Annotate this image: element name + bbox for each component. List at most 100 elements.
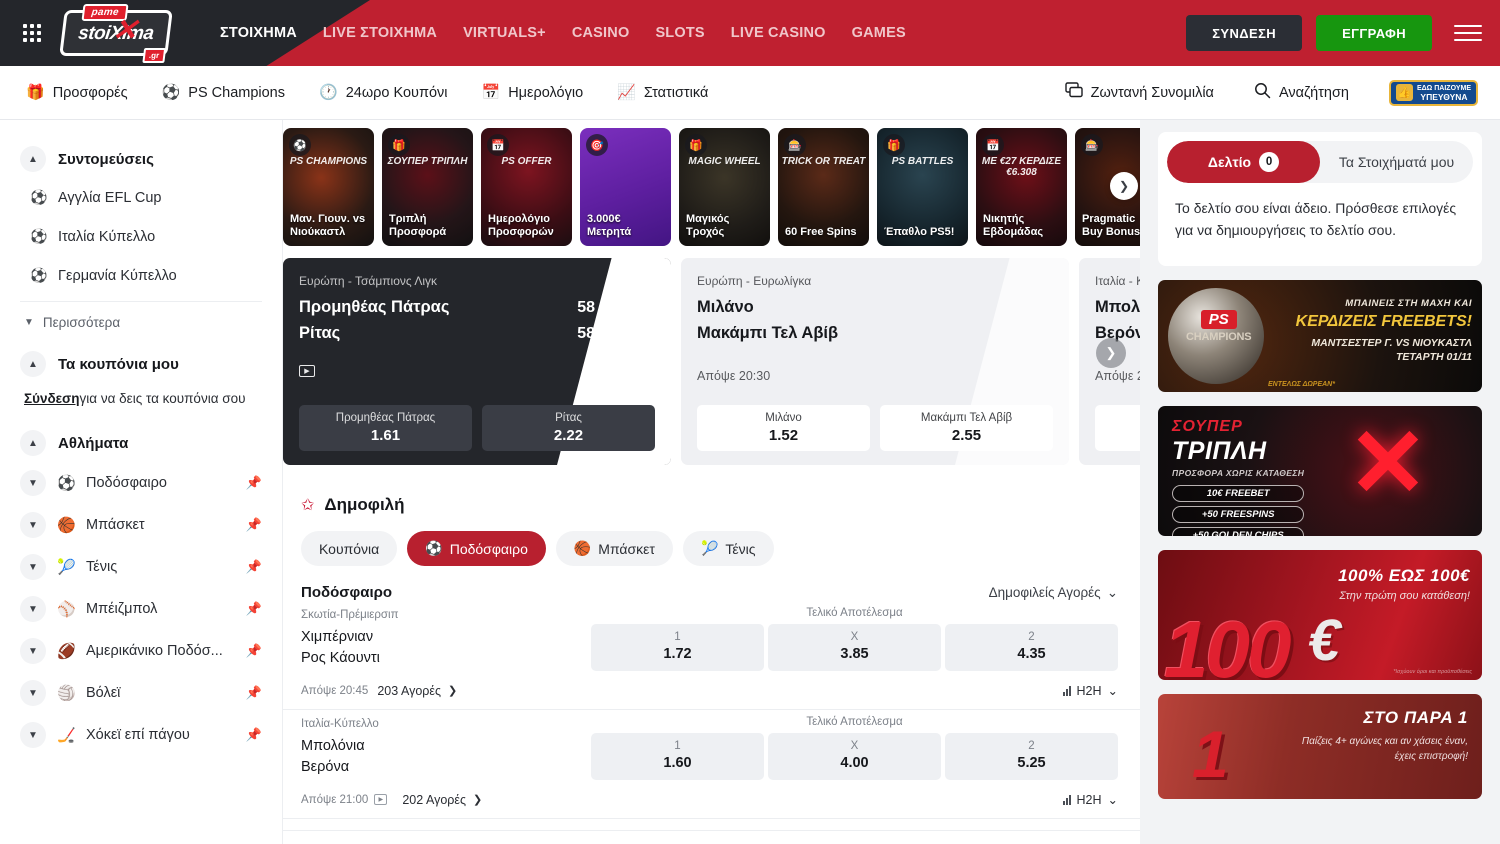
nav-item-games[interactable]: GAMES: [852, 25, 906, 41]
tv-stream-icon[interactable]: ▶: [374, 794, 387, 805]
sidebar-section-shortcuts[interactable]: ▲ Συντομεύσεις: [20, 146, 262, 172]
pin-icon[interactable]: 📌: [246, 601, 262, 617]
live-chat-button[interactable]: Ζωντανή Συνομιλία: [1065, 82, 1214, 103]
odds-button[interactable]: Μιλάνο 1.52: [697, 405, 870, 451]
odds-button-1[interactable]: 1 1.60: [591, 733, 764, 780]
sidebar-sport-american-football[interactable]: ▼ 🏈 Αμερικάνικο Ποδόσ... 📌: [20, 630, 262, 672]
h2h-button[interactable]: H2H ⌄: [1063, 792, 1119, 807]
chevron-right-icon[interactable]: ❯: [473, 793, 482, 806]
sidebar-sport-ice-hockey[interactable]: ▼ 🏒 Χόκεϊ επί πάγου 📌: [20, 714, 262, 756]
featured-match-card[interactable]: Ευρώπη - Ευρωλίγκα Μιλάνο Μακάμπι Τελ Αβ…: [681, 258, 1069, 465]
nav-item-live-stoixima[interactable]: LIVE ΣΤΟΙΧΗΜΑ: [323, 25, 437, 41]
tab-my-bets[interactable]: Τα Στοιχήματά μου: [1320, 141, 1473, 183]
chevron-down-icon[interactable]: ▼: [20, 638, 46, 664]
promo-banner-super-triple[interactable]: ✕ ΣΟΥΠΕΡ ΤΡΙΠΛΗ ΠΡΟΣΦΟΡΑ ΧΩΡΙΣ ΚΑΤΑΘΕΣΗ …: [1158, 406, 1482, 536]
chip-coupons[interactable]: Κουπόνια: [301, 531, 397, 566]
search-button[interactable]: Αναζήτηση: [1254, 82, 1349, 104]
chevron-down-icon[interactable]: ▼: [20, 680, 46, 706]
match-markets-count[interactable]: 202 Αγορές: [402, 793, 466, 807]
hamburger-menu-icon[interactable]: [1454, 25, 1482, 41]
nav-item-virtuals[interactable]: VIRTUALS+: [463, 25, 546, 41]
banner-pill-freebet: 10€ FREEBET: [1172, 485, 1304, 502]
promo-card[interactable]: 🎁 ΣΟΥΠΕΡ ΤΡΙΠΛΗ Τριπλή Προσφορά: [382, 128, 473, 246]
promo-banner-100-bonus[interactable]: 100 € 100% ΕΩΣ 100€ Στην πρώτη σου κατάθ…: [1158, 550, 1482, 680]
promo-card[interactable]: 🎁 MAGIC WHEEL Μαγικός Τροχός: [679, 128, 770, 246]
pin-icon[interactable]: 📌: [246, 643, 262, 659]
promo-carousel-next-button[interactable]: ❯: [1110, 172, 1138, 200]
markets-selector[interactable]: Δημοφιλείς Αγορές ⌄: [989, 585, 1118, 601]
odds-button-x[interactable]: X 4.00: [768, 733, 941, 780]
pin-icon[interactable]: 📌: [246, 727, 262, 743]
sidebar-sport-football[interactable]: ▼ ⚽ Ποδόσφαιρο 📌: [20, 462, 262, 504]
match-markets-count[interactable]: 203 Αγορές: [377, 684, 441, 698]
sidebar-section-sports[interactable]: ▲ Αθλήματα: [20, 430, 262, 456]
odds-button-x[interactable]: X 3.85: [768, 624, 941, 671]
sidebar-item-germany-cup[interactable]: ⚽ Γερμανία Κύπελλο: [20, 256, 262, 295]
promo-banner-ps-champions[interactable]: PS CHAMPIONS ΜΠΑΙΝΕΙΣ ΣΤΗ ΜΑΧΗ ΚΑΙ ΚΕΡΔΙ…: [1158, 280, 1482, 392]
subnav-item-calendar[interactable]: 📅 Ημερολόγιο: [482, 85, 584, 101]
nav-item-stoixima[interactable]: ΣΤΟΙΧΗΜΑ: [220, 25, 297, 41]
promo-banner-sto-para-1[interactable]: 1 ΣΤΟ ΠΑΡΑ 1 Παίζεις 4+ αγώνες και αν χά…: [1158, 694, 1482, 799]
coupons-login-link[interactable]: Σύνδεση: [24, 391, 80, 406]
chevron-down-icon[interactable]: ▼: [20, 512, 46, 538]
brand-logo[interactable]: pame stoiXima ✕ .gr: [60, 9, 172, 57]
pin-icon[interactable]: 📌: [246, 559, 262, 575]
sidebar-section-my-coupons[interactable]: ▲ Τα κουπόνια μου: [20, 351, 262, 377]
chip-basketball[interactable]: 🏀 Μπάσκετ: [556, 531, 673, 566]
nav-item-casino[interactable]: CASINO: [572, 25, 630, 41]
pin-icon[interactable]: 📌: [246, 685, 262, 701]
chevron-down-icon: ⌄: [1107, 585, 1118, 601]
register-button[interactable]: ΕΓΓΡΑΦΗ: [1316, 15, 1432, 51]
promotions-carousel: ⚽ PS CHAMPIONS Μαν. Γιουν. vs Νιούκαστλ …: [283, 120, 1140, 252]
sidebar-sport-volleyball[interactable]: ▼ 🏐 Βόλεϊ 📌: [20, 672, 262, 714]
promo-card[interactable]: 🎯 3.000€ Μετρητά: [580, 128, 671, 246]
odds-button[interactable]: Προμηθέας Πάτρας 1.61: [299, 405, 472, 451]
pin-icon[interactable]: 📌: [246, 475, 262, 491]
promo-card[interactable]: 🎁 PS BATTLES Έπαθλο PS5!: [877, 128, 968, 246]
sidebar-item-italy-cup[interactable]: ⚽ Ιταλία Κύπελλο: [20, 217, 262, 256]
odds-button[interactable]: Ρίτας 2.22: [482, 405, 655, 451]
nav-item-slots[interactable]: SLOTS: [655, 25, 704, 41]
responsible-gaming-badge[interactable]: 👍 ΕΔΩ ΠΑΙΖΟΥΜΕ ΥΠΕΥΘΥΝΑ: [1389, 80, 1478, 106]
sport-label-american-football: Αμερικάνικο Ποδόσ...: [86, 643, 235, 659]
logo-gr-text: .gr: [142, 48, 166, 63]
sidebar-more-button[interactable]: ▼ Περισσότερα: [20, 304, 262, 341]
h2h-button[interactable]: H2H ⌄: [1063, 683, 1119, 698]
football-section-header: Ποδόσφαιρο Δημοφιλείς Αγορές ⌄: [283, 566, 1140, 601]
chevron-down-icon[interactable]: ▼: [20, 470, 46, 496]
chip-football[interactable]: ⚽ Ποδόσφαιρο: [407, 531, 546, 566]
chevron-right-icon[interactable]: ❯: [448, 684, 457, 697]
apps-grid-icon[interactable]: [10, 24, 54, 42]
odds-button-1[interactable]: 1 1.72: [591, 624, 764, 671]
odds-button[interactable]: Μακάμπι Τελ Αβίβ 2.55: [880, 405, 1053, 451]
featured-carousel-next-button[interactable]: ❯: [1096, 338, 1126, 368]
promo-card[interactable]: 📅 PS OFFER Ημερολόγιο Προσφορών: [481, 128, 572, 246]
chip-tennis[interactable]: 🎾 Τένις: [683, 531, 774, 566]
subnav-item-offers[interactable]: 🎁 Προσφορές: [26, 85, 128, 101]
match-teams[interactable]: Σκωτία-Πρέμιερσιπ Χιμπέρνιαν Ρος Κάουντι: [301, 607, 591, 669]
live-stream-icon[interactable]: ▶: [299, 365, 315, 377]
featured-match-card[interactable]: Ευρώπη - Τσάμπιονς Λιγκ Προμηθέας Πάτρας…: [283, 258, 671, 465]
odds-button-2[interactable]: 2 4.35: [945, 624, 1118, 671]
odds-button-2[interactable]: 2 5.25: [945, 733, 1118, 780]
sidebar-sport-tennis[interactable]: ▼ 🎾 Τένις 📌: [20, 546, 262, 588]
promo-card[interactable]: ⚽ PS CHAMPIONS Μαν. Γιουν. vs Νιούκαστλ: [283, 128, 374, 246]
promo-card[interactable]: 🎰 TRICK OR TREAT 60 Free Spins: [778, 128, 869, 246]
odds-button[interactable]: 1 1.6: [1095, 405, 1140, 451]
chip-label-coupons: Κουπόνια: [319, 541, 379, 557]
subnav-item-24h-coupon[interactable]: 🕐 24ωρο Κουπόνι: [319, 85, 448, 101]
nav-item-live-casino[interactable]: LIVE CASINO: [731, 25, 826, 41]
sidebar-item-efl-cup[interactable]: ⚽ Αγγλία EFL Cup: [20, 178, 262, 217]
match-teams[interactable]: Ιταλία-Κύπελλο Μπολόνια Βερόνα: [301, 716, 591, 778]
login-button[interactable]: ΣΥΝΔΕΣΗ: [1186, 15, 1302, 51]
chevron-down-icon[interactable]: ▼: [20, 722, 46, 748]
subnav-item-statistics[interactable]: 📈 Στατιστικά: [617, 85, 708, 101]
chevron-down-icon[interactable]: ▼: [20, 554, 46, 580]
chevron-down-icon[interactable]: ▼: [20, 596, 46, 622]
pin-icon[interactable]: 📌: [246, 517, 262, 533]
subnav-item-ps-champions[interactable]: ⚽ PS Champions: [162, 85, 285, 101]
sidebar-sport-baseball[interactable]: ▼ ⚾ Μπέιζμπολ 📌: [20, 588, 262, 630]
tab-betslip[interactable]: Δελτίο 0: [1167, 141, 1320, 183]
promo-card[interactable]: 📅 ΜΕ €27 ΚΕΡΔΙΣΕ €6.308 Νικητής Εβδομάδα…: [976, 128, 1067, 246]
sidebar-sport-basketball[interactable]: ▼ 🏀 Μπάσκετ 📌: [20, 504, 262, 546]
